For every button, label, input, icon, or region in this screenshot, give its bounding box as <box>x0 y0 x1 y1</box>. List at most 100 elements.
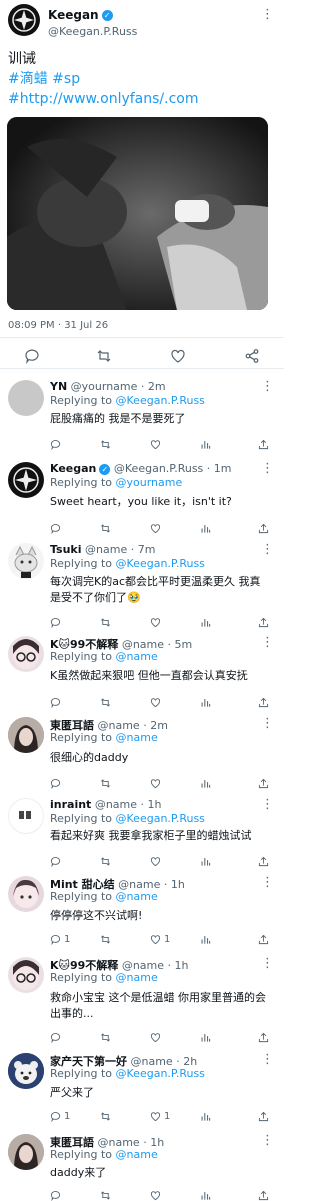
reply-icon[interactable] <box>24 348 40 364</box>
tweet-line: 训诫 <box>8 51 36 67</box>
avatar[interactable] <box>8 1053 44 1089</box>
avatar[interactable] <box>8 798 44 834</box>
reply-comment-button[interactable] <box>50 855 64 867</box>
reply-share-button[interactable] <box>258 777 269 789</box>
reply-share-button[interactable] <box>258 522 269 534</box>
reply-like-icon <box>150 1032 161 1043</box>
reply-share-icon <box>258 523 269 534</box>
main-tweet: Keegan ✓ @Keegan.P.Russ ⋮ 训诫 #滴蜡 #sp #htt… <box>0 0 284 369</box>
reply-stats-button[interactable] <box>200 777 211 789</box>
reply-stats-button[interactable] <box>200 696 211 708</box>
reply-retweet-button[interactable] <box>100 696 114 708</box>
reply-comment-button[interactable]: 1 <box>50 933 70 945</box>
author-handle[interactable]: @Keegan.P.Russ <box>48 25 137 38</box>
reply-share-button[interactable] <box>258 855 269 867</box>
avatar[interactable] <box>8 462 44 498</box>
reply-share-icon <box>258 1111 269 1122</box>
reply-actions <box>50 855 272 867</box>
avatar[interactable] <box>8 4 40 36</box>
reply-like-button[interactable] <box>150 1031 164 1043</box>
reply-like-button[interactable]: 1 <box>150 1110 170 1122</box>
more-options-icon[interactable]: ⋮ <box>261 876 274 889</box>
replying-to: Replying to @name <box>50 971 158 984</box>
reply-share-button[interactable] <box>258 933 269 945</box>
reply-stats-icon <box>200 1190 211 1201</box>
reply-retweet-icon <box>100 523 111 534</box>
reply-comment-icon <box>50 778 61 789</box>
reply-stats-button[interactable] <box>200 933 211 945</box>
reply-share-button[interactable] <box>258 1189 269 1201</box>
reply-like-button[interactable] <box>150 616 164 628</box>
reply-comment-button[interactable] <box>50 438 64 450</box>
reply-share-button[interactable] <box>258 616 269 628</box>
avatar[interactable] <box>8 543 44 579</box>
reply-stats-button[interactable] <box>200 438 211 450</box>
reply-comment-button[interactable] <box>50 777 64 789</box>
reply-share-icon <box>258 934 269 945</box>
reply-stats-button[interactable] <box>200 1189 211 1201</box>
retweet-icon[interactable] <box>96 348 112 364</box>
reply-stats-button[interactable] <box>200 522 211 534</box>
avatar[interactable] <box>8 876 44 912</box>
more-options-icon[interactable]: ⋮ <box>261 957 274 970</box>
more-options-icon[interactable]: ⋮ <box>261 462 274 475</box>
hashtags[interactable]: #滴蜡 #sp <box>8 69 278 89</box>
reply-text: 停停停这不兴试啊! <box>50 909 143 922</box>
like-icon[interactable] <box>170 348 186 364</box>
tweet-photo[interactable] <box>7 117 268 310</box>
reply-retweet-button[interactable] <box>100 777 114 789</box>
more-options-icon[interactable]: ⋮ <box>261 543 274 556</box>
avatar[interactable] <box>8 717 44 753</box>
more-options-icon[interactable]: ⋮ <box>261 380 274 393</box>
reply-retweet-button[interactable] <box>100 522 114 534</box>
more-options-icon[interactable]: ⋮ <box>261 798 274 811</box>
reply-stats-button[interactable] <box>200 1031 211 1043</box>
reply-stats-icon <box>200 697 211 708</box>
reply-comment-button[interactable] <box>50 616 64 628</box>
reply-share-button[interactable] <box>258 1031 269 1043</box>
reply-like-button[interactable] <box>150 1189 164 1201</box>
more-options-icon[interactable]: ⋮ <box>261 1134 274 1147</box>
reply-like-button[interactable] <box>150 696 164 708</box>
reply-stats-button[interactable] <box>200 616 211 628</box>
reply-comment-button[interactable]: 1 <box>50 1110 70 1122</box>
reply-actions <box>50 522 272 534</box>
avatar[interactable] <box>8 636 44 672</box>
reply-like-button[interactable] <box>150 438 164 450</box>
reply-text: 每次调完K的ac都会比平时更温柔更久 我真是受不了你们了🥹 <box>50 575 261 604</box>
reply-like-button[interactable] <box>150 855 164 867</box>
reply-comment-button[interactable] <box>50 522 64 534</box>
more-options-icon[interactable]: ⋮ <box>261 1053 274 1066</box>
author-name[interactable]: Keegan ✓ <box>48 8 113 22</box>
reply-retweet-button[interactable] <box>100 855 114 867</box>
reply-share-button[interactable] <box>258 1110 269 1122</box>
avatar[interactable] <box>8 1134 44 1170</box>
reply-comment-button[interactable] <box>50 696 64 708</box>
reply-stats-button[interactable] <box>200 855 211 867</box>
reply-retweet-icon <box>100 934 111 945</box>
reply-share-icon <box>258 1032 269 1043</box>
reply-retweet-button[interactable] <box>100 616 114 628</box>
reply-retweet-button[interactable] <box>100 933 114 945</box>
reply-like-icon <box>150 523 161 534</box>
reply-share-button[interactable] <box>258 696 269 708</box>
link[interactable]: #http://www.onlyfans/.com <box>8 89 278 109</box>
reply-comment-button[interactable] <box>50 1031 64 1043</box>
avatar[interactable] <box>8 957 44 993</box>
reply-retweet-button[interactable] <box>100 1189 114 1201</box>
reply-retweet-button[interactable] <box>100 1031 114 1043</box>
share-icon[interactable] <box>244 348 260 364</box>
more-options-icon[interactable]: ⋮ <box>261 717 274 730</box>
reply-comment-button[interactable] <box>50 1189 64 1201</box>
reply-share-button[interactable] <box>258 438 269 450</box>
avatar[interactable] <box>8 380 44 416</box>
reply-retweet-button[interactable] <box>100 1110 114 1122</box>
more-options-icon[interactable]: ⋮ <box>261 8 274 21</box>
reply-like-button[interactable] <box>150 522 164 534</box>
reply-like-button[interactable] <box>150 777 164 789</box>
reply-text: 屁股痛痛的 我是不是要死了 <box>50 412 186 425</box>
more-options-icon[interactable]: ⋮ <box>261 636 274 649</box>
reply-stats-button[interactable] <box>200 1110 211 1122</box>
reply-like-button[interactable]: 1 <box>150 933 170 945</box>
reply-retweet-button[interactable] <box>100 438 114 450</box>
